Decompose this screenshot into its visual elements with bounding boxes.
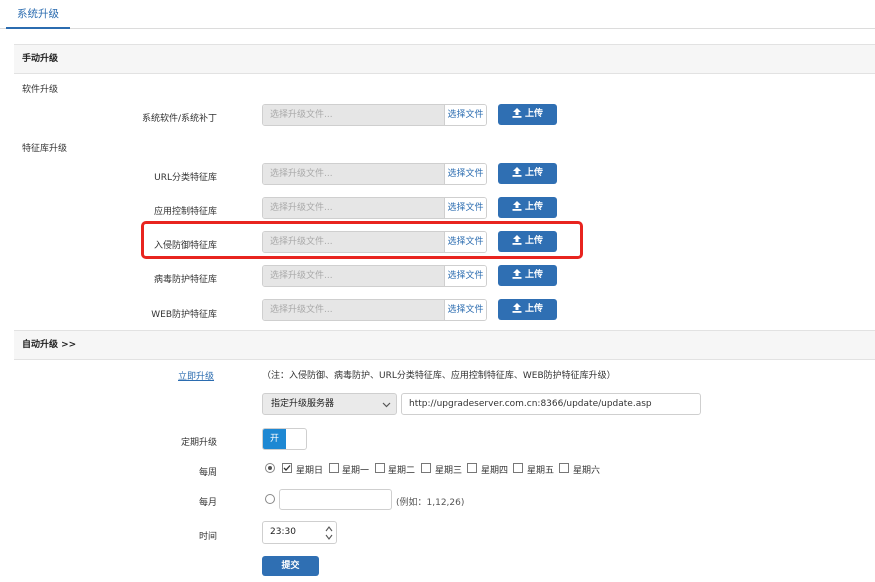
file-placeholder: 选择升级文件... xyxy=(263,266,445,286)
choose-file-button[interactable]: 选择文件 xyxy=(445,105,486,125)
upload-icon xyxy=(512,167,522,177)
file-input-web-signature[interactable]: 选择升级文件... 选择文件 xyxy=(262,299,487,321)
time-input[interactable]: 23:30 xyxy=(262,521,337,544)
label-scheduled-upgrade: 定期升级 xyxy=(180,438,217,448)
checkbox-saturday[interactable] xyxy=(559,463,569,473)
label-system-software: 系统软件/系统补丁 xyxy=(141,114,217,124)
tab-system-upgrade[interactable]: 系统升级 xyxy=(6,0,70,29)
checkbox-thursday[interactable] xyxy=(467,463,477,473)
monthly-days-input[interactable] xyxy=(279,489,392,510)
monthly-example-hint: (例如：1,12,26) xyxy=(396,498,465,508)
label-app-control-signature: 应用控制特征库 xyxy=(153,207,217,217)
upload-icon xyxy=(512,108,522,118)
checkbox-monday[interactable] xyxy=(329,463,339,473)
tab-bar: 系统升级 xyxy=(0,0,875,29)
file-input-url-signature[interactable]: 选择升级文件... 选择文件 xyxy=(262,163,487,185)
file-input-antivirus-signature[interactable]: 选择升级文件... 选择文件 xyxy=(262,265,487,287)
chevron-down-icon xyxy=(382,402,391,408)
checkbox-friday[interactable] xyxy=(513,463,523,473)
label-sunday: 星期日 xyxy=(296,466,324,476)
file-input-app-control-signature[interactable]: 选择升级文件... 选择文件 xyxy=(262,197,487,219)
checkbox-sunday[interactable] xyxy=(282,463,292,473)
submit-button[interactable]: 提交 xyxy=(262,556,319,576)
spinner-icon[interactable] xyxy=(324,523,334,543)
upload-label: 上传 xyxy=(524,304,543,314)
upload-button-app-control-signature[interactable]: 上传 xyxy=(498,197,557,218)
file-placeholder: 选择升级文件... xyxy=(263,198,445,218)
checkbox-tuesday[interactable] xyxy=(375,463,385,473)
section-auto-upgrade[interactable]: 自动升级 >> xyxy=(14,330,875,360)
label-antivirus-signature: 病毒防护特征库 xyxy=(153,275,217,285)
label-wednesday: 星期三 xyxy=(435,466,463,476)
upload-label: 上传 xyxy=(524,109,543,119)
file-placeholder: 选择升级文件... xyxy=(263,105,445,125)
file-placeholder: 选择升级文件... xyxy=(263,300,445,320)
choose-file-button[interactable]: 选择文件 xyxy=(445,164,486,184)
file-placeholder: 选择升级文件... xyxy=(263,164,445,184)
upload-label: 上传 xyxy=(524,270,543,280)
check-icon xyxy=(283,465,291,471)
server-select[interactable]: 指定升级服务器 xyxy=(262,393,397,415)
toggle-on-label: 开 xyxy=(263,429,286,449)
group-software-upgrade: 软件升级 xyxy=(22,85,59,95)
choose-file-button[interactable]: 选择文件 xyxy=(445,198,486,218)
upload-icon xyxy=(512,269,522,279)
group-signature-upgrade: 特征库升级 xyxy=(22,144,68,154)
file-input-system-software[interactable]: 选择升级文件... 选择文件 xyxy=(262,104,487,126)
label-monday: 星期一 xyxy=(342,466,370,476)
upload-icon xyxy=(512,201,522,211)
scheduled-upgrade-toggle[interactable]: 开 xyxy=(262,428,307,450)
server-url-input[interactable]: http://upgradeserver.com.cn:8366/update/… xyxy=(401,393,701,415)
time-value: 23:30 xyxy=(270,527,296,537)
server-select-value: 指定升级服务器 xyxy=(271,399,335,409)
label-weekly: 每周 xyxy=(198,468,217,478)
upload-button-system-software[interactable]: 上传 xyxy=(498,104,557,125)
choose-file-button[interactable]: 选择文件 xyxy=(445,300,486,320)
upgrade-note: （注：入侵防御、病毒防护、URL分类特征库、应用控制特征库、WEB防护特征库升级… xyxy=(262,371,616,381)
upload-label: 上传 xyxy=(524,168,543,178)
section-manual-upgrade: 手动升级 xyxy=(14,44,875,74)
label-url-signature: URL分类特征库 xyxy=(154,173,217,183)
upload-button-web-signature[interactable]: 上传 xyxy=(498,299,557,320)
upload-icon xyxy=(512,303,522,313)
label-saturday: 星期六 xyxy=(573,466,601,476)
upgrade-now-link[interactable]: 立即升级 xyxy=(178,369,214,382)
upload-button-url-signature[interactable]: 上传 xyxy=(498,163,557,184)
label-thursday: 星期四 xyxy=(481,466,509,476)
highlight-box xyxy=(141,221,583,259)
upload-button-antivirus-signature[interactable]: 上传 xyxy=(498,265,557,286)
label-friday: 星期五 xyxy=(527,466,555,476)
label-monthly: 每月 xyxy=(198,498,217,508)
radio-weekly[interactable] xyxy=(265,463,275,473)
choose-file-button[interactable]: 选择文件 xyxy=(445,266,486,286)
label-web-signature: WEB防护特征库 xyxy=(151,310,217,320)
label-time: 时间 xyxy=(198,532,217,542)
radio-monthly[interactable] xyxy=(265,494,275,504)
label-tuesday: 星期二 xyxy=(388,466,416,476)
checkbox-wednesday[interactable] xyxy=(421,463,431,473)
upload-label: 上传 xyxy=(524,202,543,212)
